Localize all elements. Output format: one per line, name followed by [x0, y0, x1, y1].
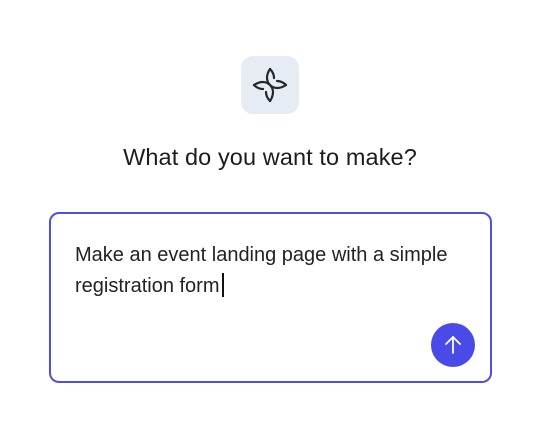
send-button[interactable] [431, 323, 475, 367]
prompt-value: Make an event landing page with a simple… [75, 244, 448, 297]
sparkle-loop-icon [252, 67, 288, 103]
page-title: What do you want to make? [123, 144, 417, 170]
app-logo [241, 56, 299, 114]
text-cursor [221, 273, 224, 297]
prompt-text[interactable]: Make an event landing page with a simple… [75, 240, 455, 302]
prompt-input[interactable]: Make an event landing page with a simple… [49, 212, 492, 383]
arrow-up-icon [445, 336, 461, 354]
page: What do you want to make? Make an event … [0, 0, 540, 432]
